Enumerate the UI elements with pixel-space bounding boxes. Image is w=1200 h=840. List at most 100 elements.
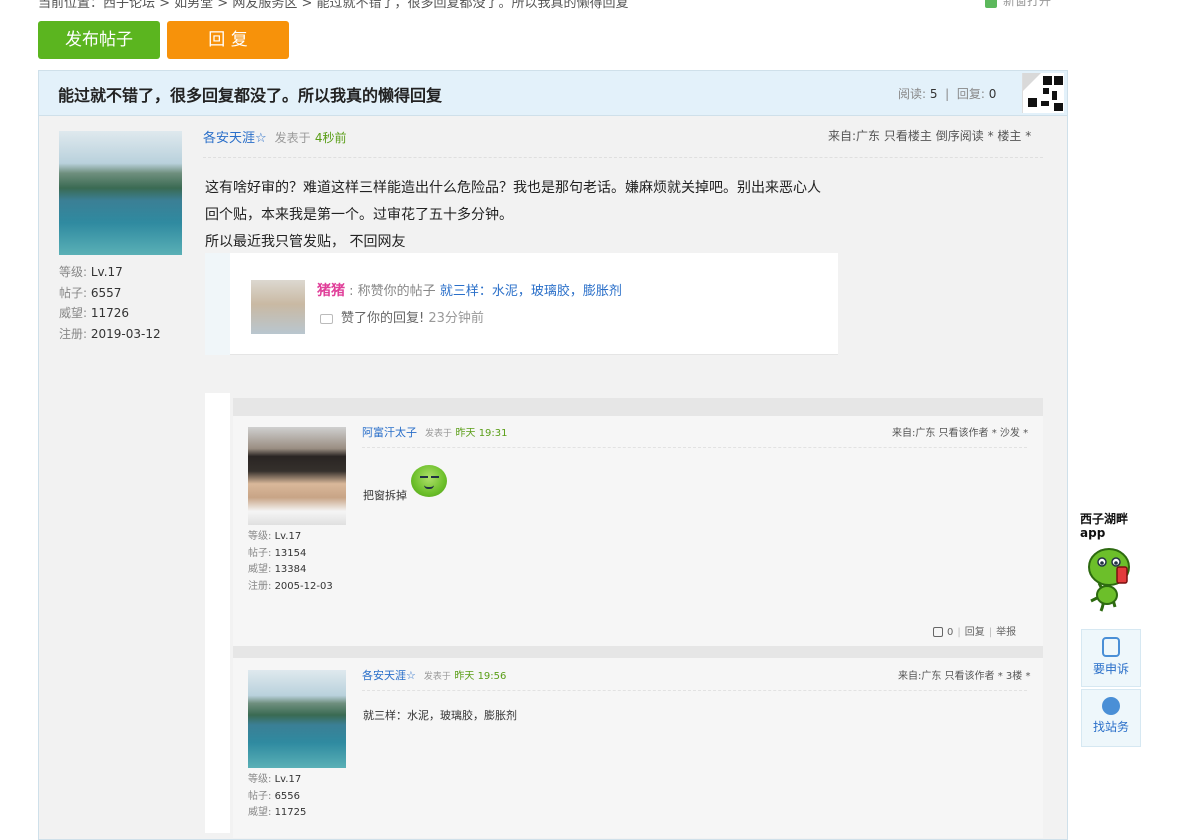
qr-code-icon[interactable] [1022,73,1064,113]
divider [362,690,1027,691]
comment-icon [320,313,333,324]
author-avatar[interactable] [59,131,182,255]
app-promo[interactable]: 西子湖畔 app [1080,512,1142,540]
quoted-post [233,658,1043,838]
new-window-toggle[interactable]: 新窗打开 [985,0,1051,9]
divider [362,447,1027,448]
post-line: 回个贴，本来我是第一个。过审花了五十多分钟。 [205,207,513,223]
level-value: Lv.17 [274,531,302,542]
level-value: Lv.17 [274,774,302,785]
checkbox-icon[interactable] [985,0,997,8]
posted-label: 发表于 [425,429,453,439]
posts-value: 6556 [274,790,301,802]
post-content: 这有啥好审的？难道这样三样能造出什么危险品？我也是那句老话。嫌麻烦就关掉吧。别出… [205,175,821,256]
posts-value: 13154 [274,547,307,559]
post-line: 这有啥好审的？难道这样三样能造出什么危险品？我也是那句老话。嫌麻烦就关掉吧。别出… [205,180,821,196]
post-meta: 来自:广东 只看楼主 倒序阅读 * 楼主 * [828,127,1031,144]
reverse-read-link[interactable]: 倒序阅读 [936,129,984,143]
posted-label: 发表于 [423,672,451,682]
quote-author-avatar[interactable] [248,670,346,768]
quote-author-stats: 等级: Lv.17 帖子: 6556 威望: 11725 [248,772,306,822]
notification-card [230,253,838,355]
report-link[interactable]: 举报 [996,627,1016,638]
app-promo-line: 西子湖畔 [1080,512,1129,526]
like-count: 0 [947,627,954,638]
post-time: 4秒前 [314,131,347,145]
quote-margin [205,393,230,833]
quote-author-name[interactable]: 各安天涯☆ [362,669,416,682]
floor-label: * 楼主 * [987,129,1032,143]
quote-time: 昨天 19:56 [454,671,507,682]
smiley-emoji-icon [411,465,447,497]
quote-actions: 0 | 回复 | 举报 [933,623,1016,638]
views-count: 5 [929,87,938,101]
new-window-label: 新窗打开 [1003,0,1052,8]
notification-time: 23分钟前 [428,311,484,326]
appeal-button[interactable]: 要申诉 [1081,629,1141,687]
quote-reply-link[interactable]: 回复 [965,627,985,638]
only-author-link[interactable]: 只看楼主 [884,129,932,143]
level-value: Lv.17 [90,265,123,279]
quote-author-avatar[interactable] [248,427,346,525]
reply-button[interactable]: 回 复 [167,21,289,59]
notification-line: 猪猪 : 称赞你的帖子 就三样：水泥，玻璃胶，膨胀剂 [317,280,622,300]
views-label: 阅读: [898,87,927,101]
prestige-label: 威望: [59,306,88,320]
quote-meta: 来自:广东 只看该作者 * 3楼 * [898,671,1031,682]
contact-admin-button[interactable]: 找站务 [1081,689,1141,747]
notification-topic-link[interactable]: 就三样：水泥，玻璃胶，膨胀剂 [440,284,622,299]
posts-label: 帖子: [248,790,272,802]
level-label: 等级: [248,774,272,785]
quote-content: 把窗拆掉 [363,489,407,502]
user-icon [1102,697,1120,715]
post-from: 来自:广东 [828,129,881,143]
breadcrumb: 当前位置：西子论坛 > 如男堂 > 网友服务区 > 能过就不错了，很多回复都没了… [38,0,629,11]
posts-label: 帖子: [248,547,272,559]
quoted-post [233,416,1043,646]
thread-title: 能过就不错了，很多回复都没了。所以我真的懒得回复 [58,86,443,105]
thumbs-up-icon[interactable] [933,627,943,637]
quote-header: 阿富汗太子 发表于 昨天 19:31 [362,424,508,440]
document-icon [1102,637,1120,657]
notifier-name[interactable]: 猪猪 [317,283,345,299]
notification-liked: 赞了你的回复! [341,311,425,326]
author-stats: 等级: Lv.17 帖子: 6557 威望: 11726 注册: 2019-03… [59,262,161,344]
prestige-label: 威望: [248,564,272,575]
quote-content: 就三样：水泥，玻璃胶，膨胀剂 [363,709,517,722]
quote-author-name[interactable]: 阿富汗太子 [362,426,417,439]
quote-author-stats: 等级: Lv.17 帖子: 13154 威望: 13384 注册: 2005-1… [248,529,333,595]
quote-band [233,646,1043,658]
quote-band [233,398,1043,416]
app-promo-line: app [1080,526,1106,540]
reg-value: 2005-12-03 [274,580,333,592]
level-label: 等级: [248,531,272,542]
quote-time: 昨天 19:31 [455,428,508,439]
prestige-value: 13384 [274,564,307,575]
new-post-button[interactable]: 发布帖子 [38,21,160,59]
notification-margin [205,253,230,355]
divider [203,157,1043,158]
thread-stats: 阅读: 5 | 回复: 0 [898,87,997,101]
posted-label: 发表于 [274,131,311,145]
prestige-label: 威望: [248,807,272,818]
notification-detail: 赞了你的回复! 23分钟前 [320,307,484,326]
contact-label: 找站务 [1092,720,1129,734]
quote-meta: 来自:广东 只看该作者 * 沙发 * [892,428,1029,439]
level-label: 等级: [59,265,88,279]
posts-label: 帖子: [59,285,88,300]
post-line: 所以最近我只管发贴， 不回网友 [205,234,406,250]
notification-action: 称赞你的帖子 [357,284,436,299]
author-name[interactable]: 各安天涯☆ [203,131,267,146]
notification-sep: : [349,284,354,299]
notifier-avatar[interactable] [251,280,305,334]
frog-mascot-icon[interactable] [1085,545,1135,615]
replies-label: 回复: [956,87,985,101]
appeal-label: 要申诉 [1092,662,1129,676]
prestige-value: 11725 [274,807,307,818]
prestige-value: 11726 [90,306,130,320]
post-header: 各安天涯☆ 发表于 4秒前 [203,127,346,146]
reg-label: 注册: [248,580,272,592]
reg-value: 2019-03-12 [90,326,161,341]
quote-header: 各安天涯☆ 发表于 昨天 19:56 [362,667,506,683]
reg-label: 注册: [59,326,88,341]
